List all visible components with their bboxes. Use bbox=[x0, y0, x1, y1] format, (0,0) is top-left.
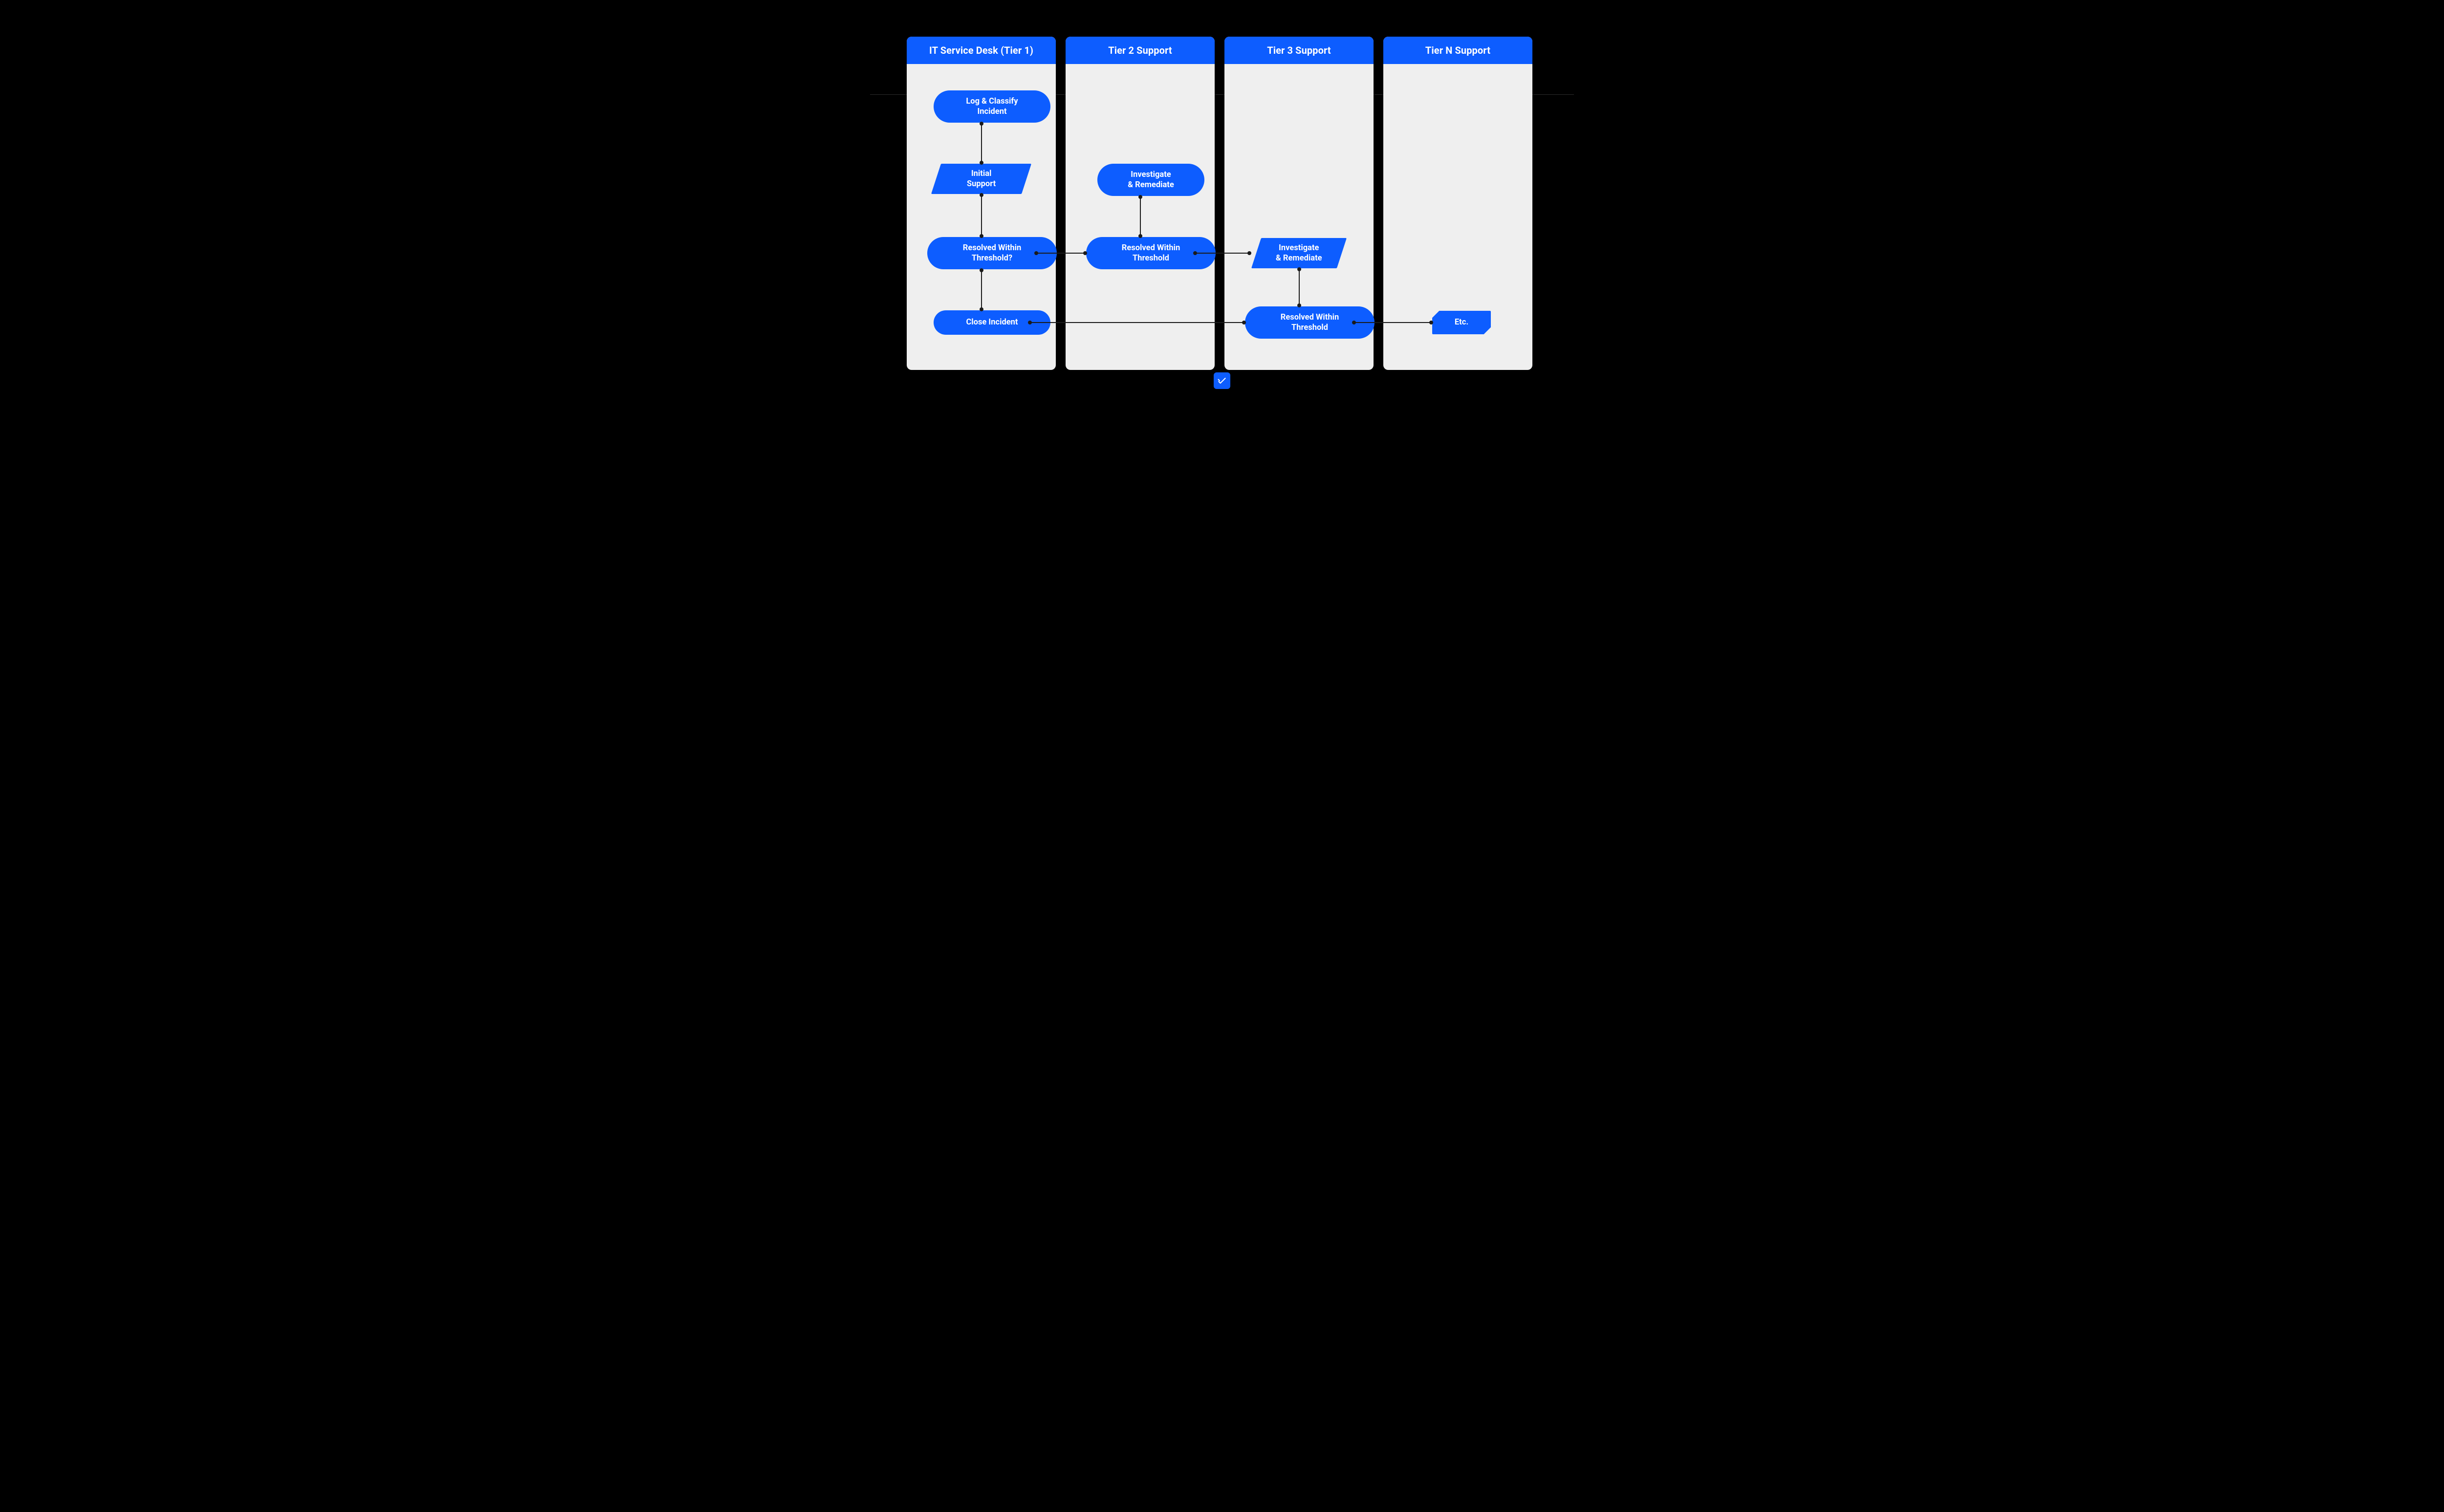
node-log-classify-text: Log & Classify Incident bbox=[966, 96, 1018, 117]
connector-dot bbox=[980, 234, 983, 238]
lane-header-tier2: Tier 2 Support bbox=[1066, 37, 1215, 64]
connector bbox=[981, 123, 982, 164]
node-t3-investigate: Investigate & Remediate bbox=[1251, 238, 1347, 268]
node-t2-investigate-text: Investigate & Remediate bbox=[1128, 170, 1174, 190]
connector-dot bbox=[1028, 321, 1032, 324]
connector-dot bbox=[1352, 321, 1356, 324]
node-close-incident-text: Close Incident bbox=[966, 317, 1018, 327]
connector bbox=[1029, 322, 1245, 323]
brand-logo bbox=[1214, 372, 1230, 389]
node-t3-resolved-text: Resolved Within Threshold bbox=[1281, 312, 1339, 333]
node-t3-investigate-text: Investigate & Remediate bbox=[1276, 243, 1322, 263]
connector bbox=[981, 194, 982, 237]
diagram-canvas: IT Service Desk (Tier 1) Tier 2 Support … bbox=[870, 0, 1574, 397]
connector-dot bbox=[1138, 234, 1142, 238]
connector bbox=[1140, 196, 1141, 237]
connector-dot bbox=[1297, 267, 1301, 271]
lane-header-tierN: Tier N Support bbox=[1383, 37, 1532, 64]
connector bbox=[981, 269, 982, 310]
connector-dot bbox=[1083, 251, 1087, 255]
connector-dot bbox=[980, 122, 983, 126]
node-etc-text: Etc. bbox=[1455, 317, 1468, 327]
connector bbox=[1194, 253, 1250, 254]
connector-dot bbox=[980, 161, 983, 165]
lane-header-tier3: Tier 3 Support bbox=[1224, 37, 1374, 64]
connector-dot bbox=[980, 268, 983, 272]
connector bbox=[1353, 322, 1432, 323]
node-initial-support: Initial Support bbox=[931, 164, 1031, 194]
node-t2-investigate: Investigate & Remediate bbox=[1097, 164, 1204, 196]
connector-dot bbox=[1034, 251, 1038, 255]
node-etc: Etc. bbox=[1432, 311, 1491, 334]
connector-dot bbox=[1242, 321, 1246, 324]
connector-dot bbox=[1247, 251, 1251, 255]
connector-dot bbox=[1193, 251, 1197, 255]
connector-dot bbox=[1138, 195, 1142, 199]
connector-dot bbox=[1297, 303, 1301, 307]
node-t2-resolved-text: Resolved Within Threshold bbox=[1122, 243, 1180, 263]
node-resolved-question-text: Resolved Within Threshold? bbox=[963, 243, 1021, 263]
connector-dot bbox=[980, 193, 983, 197]
lane-header-tier1: IT Service Desk (Tier 1) bbox=[907, 37, 1056, 64]
connector bbox=[1035, 253, 1086, 254]
connector bbox=[1299, 268, 1300, 306]
brand-glyph-icon bbox=[1217, 376, 1227, 386]
node-initial-support-text: Initial Support bbox=[967, 169, 996, 189]
node-log-classify: Log & Classify Incident bbox=[934, 90, 1050, 123]
connector-dot bbox=[1429, 321, 1433, 324]
connector-dot bbox=[980, 307, 983, 311]
